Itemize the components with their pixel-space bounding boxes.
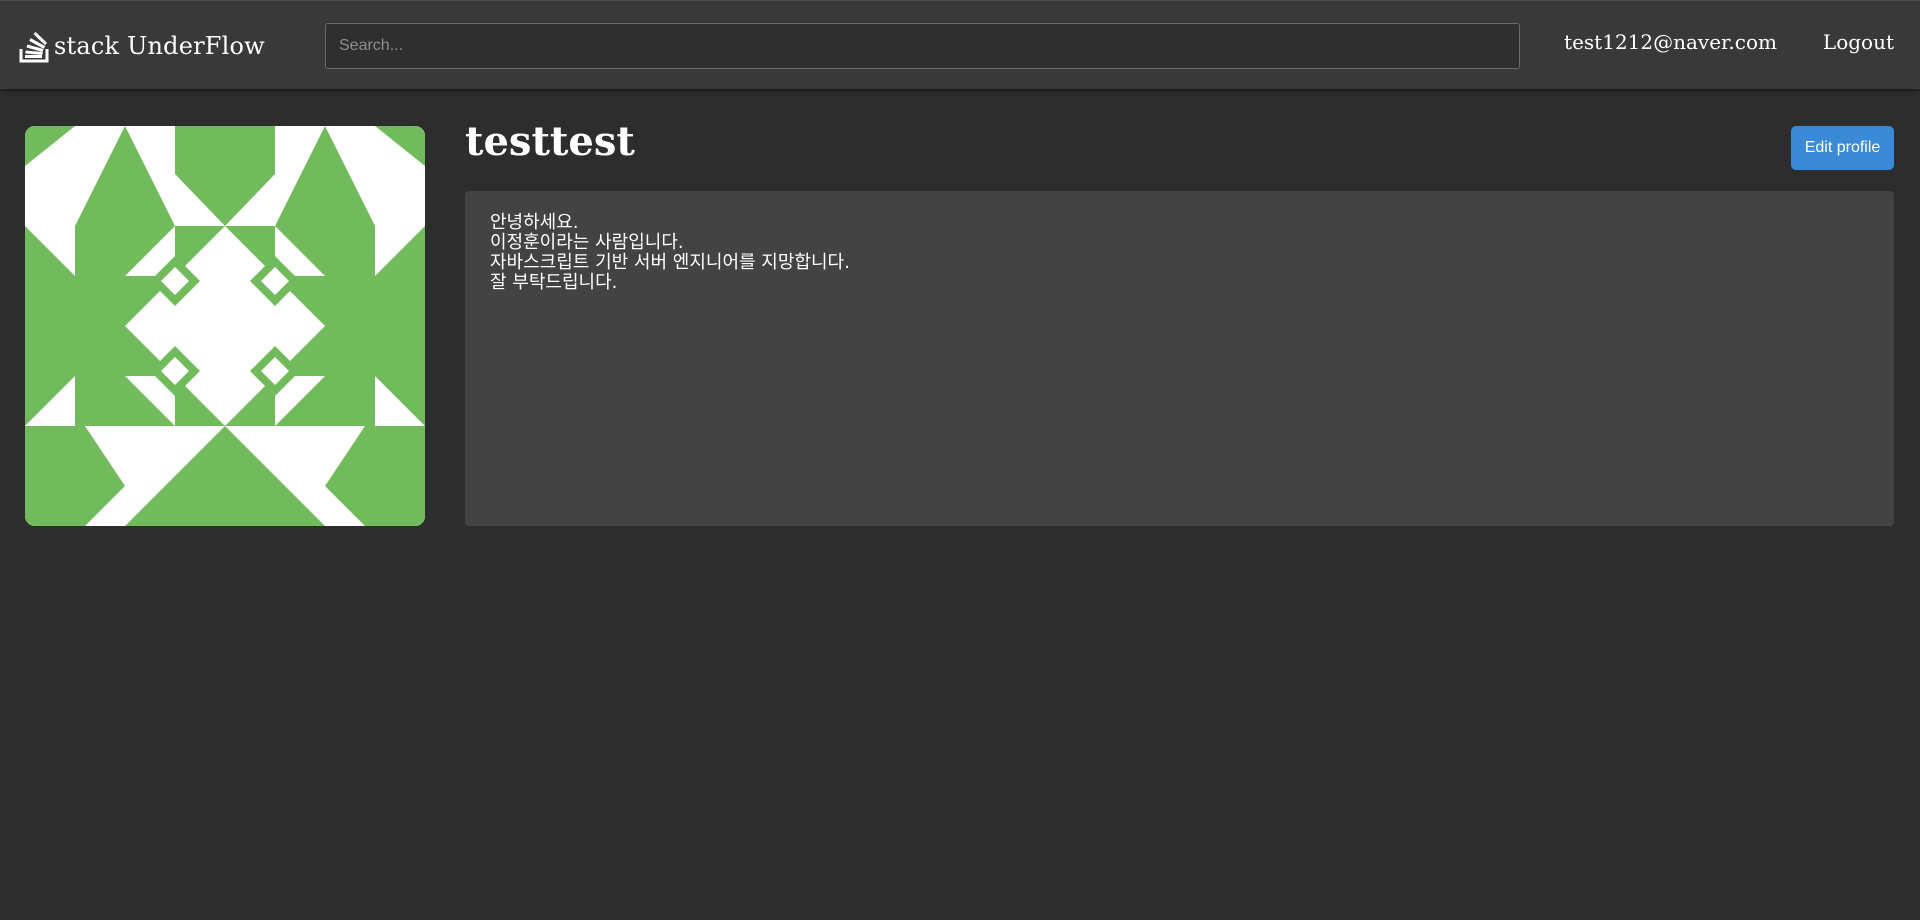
avatar [25,126,425,526]
bio-line: 잘 부탁드립니다. [490,272,618,293]
logo-text: stack UnderFlow [54,32,265,60]
stack-logo-icon [19,31,49,63]
search-input[interactable] [325,23,1520,69]
profile-bio: 안녕하세요. 이정훈이라는 사람입니다. 자바스크립트 기반 서버 엔지니어를 … [465,191,1894,526]
bio-line: 자바스크립트 기반 서버 엔지니어를 지망합니다. [490,252,850,273]
user-email-link[interactable]: test1212@naver.com [1564,30,1777,54]
bio-line: 이정훈이라는 사람입니다. [490,232,684,253]
profile-username: testtest [465,118,635,165]
home-logo-link[interactable]: stack UnderFlow [18,28,265,64]
top-navbar: stack UnderFlow test1212@naver.com Logou… [0,0,1920,89]
edit-profile-button[interactable]: Edit profile [1791,126,1894,170]
bio-line: 안녕하세요. [490,212,579,233]
identicon-avatar [25,126,425,526]
logout-link[interactable]: Logout [1823,30,1894,54]
